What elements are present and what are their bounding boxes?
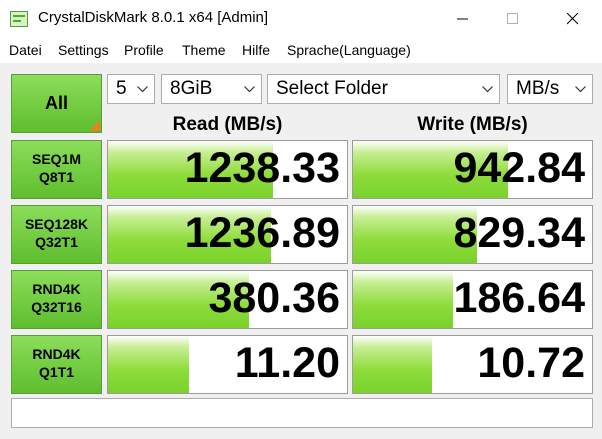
chevron-down-icon <box>482 86 493 93</box>
corner-marker <box>89 120 100 131</box>
read-value: 1238.33 <box>184 144 340 192</box>
write-result: 829.34 <box>352 205 593 264</box>
read-value: 1236.89 <box>184 209 340 257</box>
menu-hilfe[interactable]: Hilfe <box>242 42 270 58</box>
target-folder-value: Select Folder <box>276 78 388 99</box>
maximize-button[interactable] <box>490 0 536 38</box>
test-params: Q8T1 <box>38 169 74 185</box>
test-size-value: 8GiB <box>170 78 213 99</box>
test-button-seq1m[interactable]: SEQ1M Q8T1 <box>11 140 102 199</box>
read-value: 11.20 <box>234 339 340 387</box>
test-count-select[interactable]: 5 <box>107 74 155 104</box>
write-value: 829.34 <box>453 209 585 257</box>
chevron-down-icon <box>137 86 148 93</box>
write-bar <box>353 336 432 393</box>
menu-theme[interactable]: Theme <box>182 42 226 58</box>
minimize-button[interactable] <box>440 0 486 38</box>
test-params: Q1T1 <box>38 364 74 380</box>
test-button-seq128k[interactable]: SEQ128K Q32T1 <box>11 205 102 264</box>
read-result: 1236.89 <box>107 205 348 264</box>
read-result: 11.20 <box>107 335 348 394</box>
write-value: 186.64 <box>453 274 585 322</box>
menu-datei[interactable]: Datei <box>9 42 42 58</box>
chevron-down-icon <box>575 86 586 93</box>
test-name: SEQ1M <box>31 151 81 167</box>
write-value: 10.72 <box>477 339 585 387</box>
all-button-label: All <box>44 93 68 113</box>
menu-language[interactable]: Sprache(Language) <box>287 42 411 58</box>
read-bar <box>108 336 190 393</box>
all-button[interactable]: All <box>11 74 102 133</box>
read-result: 380.36 <box>107 270 348 329</box>
menu-settings[interactable]: Settings <box>58 42 109 58</box>
test-name: RND4K <box>32 281 81 297</box>
write-result: 186.64 <box>352 270 593 329</box>
menu-profile[interactable]: Profile <box>124 42 164 58</box>
unit-value: MB/s <box>516 78 560 99</box>
target-folder-select[interactable]: Select Folder <box>267 74 500 104</box>
write-bar <box>353 271 454 328</box>
title-bar: CrystalDiskMark 8.0.1 x64 [Admin] <box>0 0 602 38</box>
read-header: Read (MB/s) <box>172 114 283 135</box>
minimize-icon <box>457 18 468 20</box>
write-result: 10.72 <box>352 335 593 394</box>
menu-bar: Datei Settings Profile Theme Hilfe Sprac… <box>0 38 602 63</box>
test-params: Q32T16 <box>31 299 82 315</box>
test-params: Q32T1 <box>35 234 78 250</box>
test-button-rnd4k-q32t16[interactable]: RND4K Q32T16 <box>11 270 102 329</box>
write-result: 942.84 <box>352 140 593 199</box>
write-value: 942.84 <box>453 144 585 192</box>
unit-select[interactable]: MB/s <box>507 74 593 104</box>
test-count-value: 5 <box>116 78 127 99</box>
comment-field[interactable] <box>11 398 593 428</box>
app-icon <box>10 11 28 27</box>
read-value: 380.36 <box>208 274 340 322</box>
maximize-icon <box>507 13 518 24</box>
test-name: RND4K <box>32 346 81 362</box>
test-name: SEQ128K <box>24 216 89 232</box>
window-title: CrystalDiskMark 8.0.1 x64 [Admin] <box>38 9 269 26</box>
read-result: 1238.33 <box>107 140 348 199</box>
test-button-rnd4k-q1t1[interactable]: RND4K Q1T1 <box>11 335 102 394</box>
chevron-down-icon <box>244 86 255 93</box>
write-header: Write (MB/s) <box>417 114 528 135</box>
close-button[interactable] <box>550 0 596 38</box>
test-size-select[interactable]: 8GiB <box>161 74 262 104</box>
close-icon <box>567 13 579 25</box>
